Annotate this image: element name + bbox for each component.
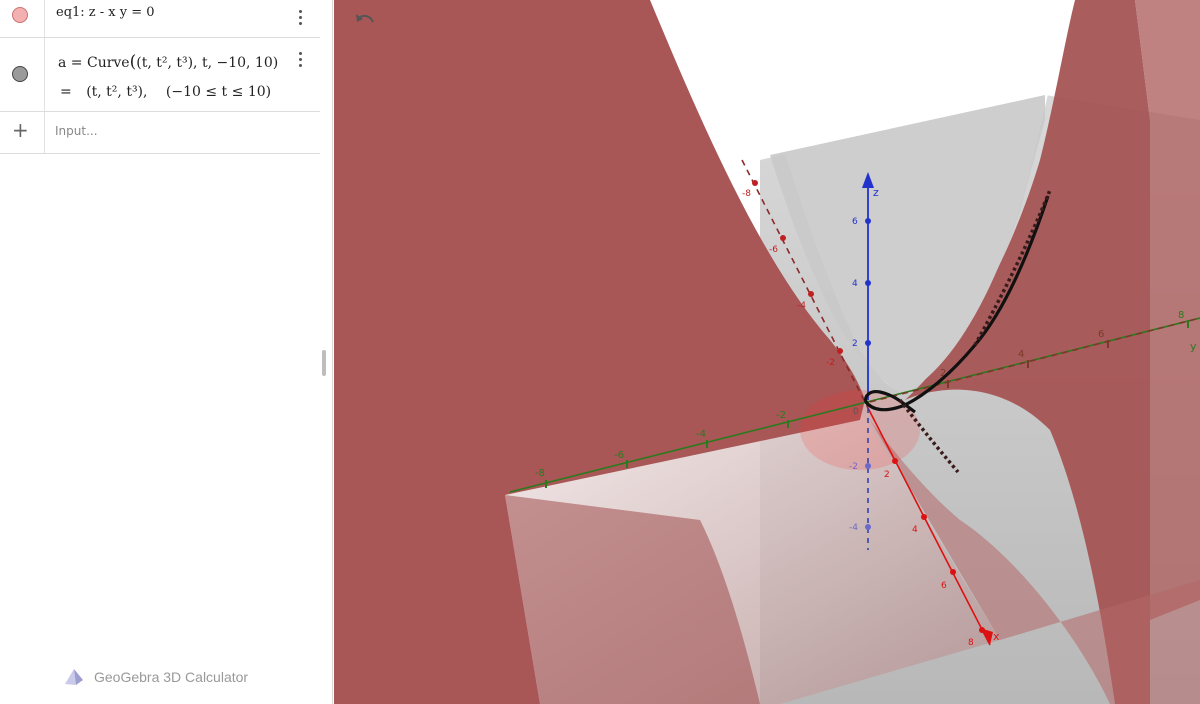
a-value-tuple: (t, t², t³),	[86, 84, 148, 100]
a-definition-prefix: a = Curve	[58, 55, 130, 71]
y-tick-label: 4	[1018, 349, 1024, 360]
algebra-input-field[interactable]: Input...	[55, 124, 98, 138]
panel-resize-handle[interactable]	[322, 350, 326, 376]
x-tick-label: 6	[941, 581, 947, 591]
geogebra-brand: GeoGebra 3D Calculator	[64, 666, 248, 688]
x-tick-label: 8	[968, 638, 974, 648]
add-icon[interactable]: +	[12, 120, 29, 140]
a-value: = (t, t², t³), (−10 ≤ t ≤ 10)	[60, 84, 271, 100]
graphics-3d-canvas[interactable]: -8 -6 -4 -2 2 4 6 8 y -8 -6 -4 -2 2 4 6 …	[334, 0, 1200, 704]
z-tick-label: 6	[852, 217, 858, 227]
graphics-3d-view[interactable]: -8 -6 -4 -2 2 4 6 8 y -8 -6 -4 -2 2 4 6 …	[334, 0, 1200, 704]
visibility-toggle-a[interactable]	[0, 38, 45, 111]
x-tick-label: 4	[912, 525, 918, 535]
a-definition[interactable]: a = Curve((t, t², t³), t, −10, 10)	[58, 52, 278, 72]
y-tick-label: -6	[614, 450, 624, 461]
a-more-menu-icon[interactable]	[294, 52, 306, 72]
y-tick-label: -4	[696, 429, 706, 440]
z-tick-label: 4	[852, 279, 858, 289]
a-value-prefix: =	[60, 84, 72, 100]
y-axis-label: y	[1190, 340, 1197, 353]
algebra-input-row[interactable]: + Input...	[0, 112, 320, 154]
eq1-color-dot-icon[interactable]	[12, 7, 28, 23]
x-tick-label: -4	[797, 301, 806, 311]
origin-label: 0	[853, 407, 859, 417]
algebra-item-eq1[interactable]: eq1: z - x y = 0	[0, 0, 320, 38]
z-tick-label: 2	[852, 339, 858, 349]
eq1-definition[interactable]: eq1: z - x y = 0	[56, 5, 155, 20]
z-tick-label: -4	[849, 523, 858, 533]
x-tick-label: -6	[769, 245, 778, 255]
input-marker: +	[0, 112, 45, 153]
algebra-view: eq1: z - x y = 0 a = Curve((t, t², t³), …	[0, 0, 333, 704]
y-tick-label: -8	[535, 468, 545, 479]
eq1-more-menu-icon[interactable]	[294, 10, 306, 30]
x-tick-label: -8	[742, 189, 751, 199]
undo-icon[interactable]	[354, 10, 376, 28]
a-definition-args: (t, t², t³), t, −10, 10)	[136, 55, 279, 71]
brand-label: GeoGebra 3D Calculator	[94, 669, 249, 685]
x-tick-label: 2	[884, 470, 890, 480]
visibility-toggle-eq1[interactable]	[0, 0, 45, 37]
y-tick-label: 6	[1098, 329, 1104, 340]
x-tick-label: -2	[826, 358, 835, 368]
algebra-item-a[interactable]: a = Curve((t, t², t³), t, −10, 10) = (t,…	[0, 38, 320, 112]
y-tick-label: 8	[1178, 310, 1184, 321]
geogebra-pyramid-icon	[65, 669, 83, 685]
a-value-domain: (−10 ≤ t ≤ 10)	[165, 84, 272, 100]
z-tick-label: -2	[849, 462, 858, 472]
z-axis-label: z	[873, 186, 879, 199]
x-axis-label: x	[993, 630, 1000, 643]
y-tick-label: -2	[776, 410, 786, 421]
a-color-dot-icon[interactable]	[12, 66, 28, 82]
